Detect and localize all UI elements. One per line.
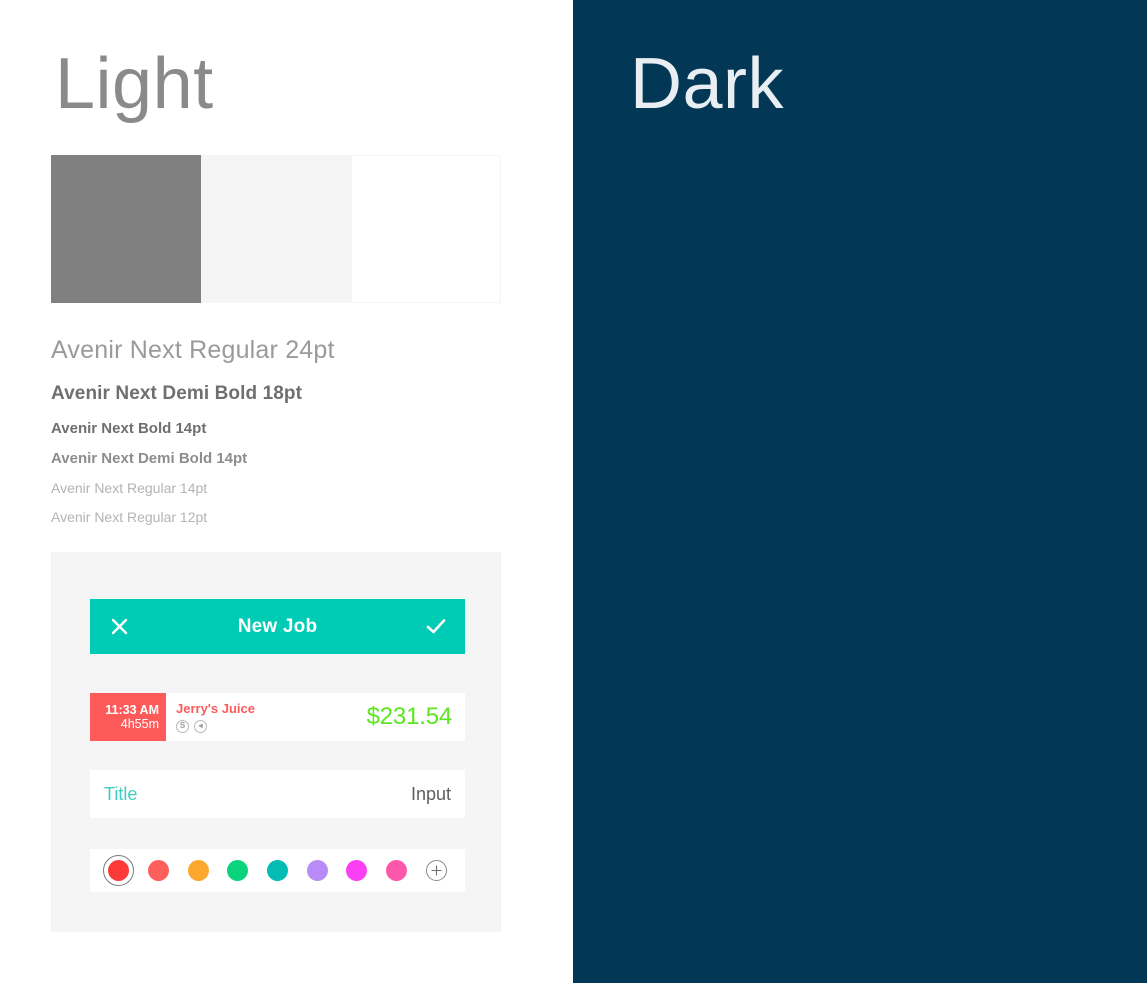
color-dot — [148, 860, 169, 881]
color-option-coral[interactable] — [139, 849, 179, 892]
color-option-green[interactable] — [218, 849, 258, 892]
send-glyph: ◂ — [198, 721, 203, 731]
color-dot — [386, 860, 408, 881]
color-dot — [108, 860, 130, 881]
add-color-button[interactable] — [416, 849, 456, 892]
plus-icon — [425, 860, 447, 881]
job-status-icons: S ◂ — [176, 719, 367, 733]
dollar-glyph: S — [179, 721, 186, 731]
swatch-white — [351, 155, 501, 303]
light-new-job-card: New Job 11:33 AM 4h55m Jerry's Juice S ◂ — [51, 552, 501, 932]
title-input-row[interactable]: Title Input — [90, 770, 465, 818]
new-job-header-bar: New Job — [90, 599, 465, 654]
job-client-name: Jerry's Juice — [176, 701, 255, 717]
swatch-light-gray — [201, 155, 351, 303]
dark-theme-pane: Dark Avenir Next Regular 24pt Avenir Nex… — [573, 0, 1147, 983]
send-badge-icon: ◂ — [194, 719, 207, 733]
job-price: $231.54 — [366, 703, 453, 730]
color-option-teal[interactable] — [258, 849, 298, 892]
light-swatch-strip — [51, 155, 501, 303]
type-sample-regular-12: Avenir Next Regular 12pt — [51, 509, 208, 525]
color-option-pink[interactable] — [377, 849, 417, 892]
color-option-lavender[interactable] — [297, 849, 337, 892]
job-time: 11:33 AM — [105, 703, 159, 717]
type-sample-bold-14: Avenir Next Bold 14pt — [51, 420, 207, 437]
job-time-badge: 11:33 AM 4h55m — [90, 693, 166, 741]
style-guide-page: Light Avenir Next Regular 24pt Avenir Ne… — [0, 0, 1147, 983]
type-sample-demibold-18: Avenir Next Demi Bold 18pt — [51, 383, 303, 404]
color-option-red[interactable] — [99, 849, 139, 892]
light-pane-title: Light — [55, 44, 214, 124]
job-meta: Jerry's Juice S ◂ — [166, 693, 367, 741]
color-dot — [267, 860, 289, 881]
job-duration: 4h55m — [120, 717, 159, 731]
type-sample-regular-14: Avenir Next Regular 14pt — [51, 480, 208, 496]
type-sample-demibold-14: Avenir Next Demi Bold 14pt — [51, 450, 248, 467]
job-list-row[interactable]: 11:33 AM 4h55m Jerry's Juice S ◂ $231.54 — [90, 693, 465, 741]
check-icon[interactable] — [407, 599, 465, 654]
light-typography-specimen: Avenir Next Regular 24pt Avenir Next Dem… — [51, 336, 335, 525]
color-picker-row — [90, 849, 465, 892]
color-dot — [306, 860, 328, 881]
color-option-magenta[interactable] — [337, 849, 377, 892]
new-job-title: New Job — [237, 615, 318, 637]
color-dot — [227, 860, 249, 881]
swatch-gray — [51, 155, 201, 303]
color-option-orange[interactable] — [178, 849, 218, 892]
title-input-value[interactable]: Input — [411, 784, 451, 805]
close-icon[interactable] — [90, 599, 148, 654]
color-dot — [346, 860, 368, 881]
color-dot — [187, 860, 209, 881]
title-label: Title — [104, 783, 138, 804]
type-sample-regular-24: Avenir Next Regular 24pt — [51, 336, 335, 364]
dark-pane-title: Dark — [630, 44, 785, 124]
light-theme-pane: Light Avenir Next Regular 24pt Avenir Ne… — [0, 0, 573, 983]
dollar-badge-icon: S — [176, 719, 189, 733]
